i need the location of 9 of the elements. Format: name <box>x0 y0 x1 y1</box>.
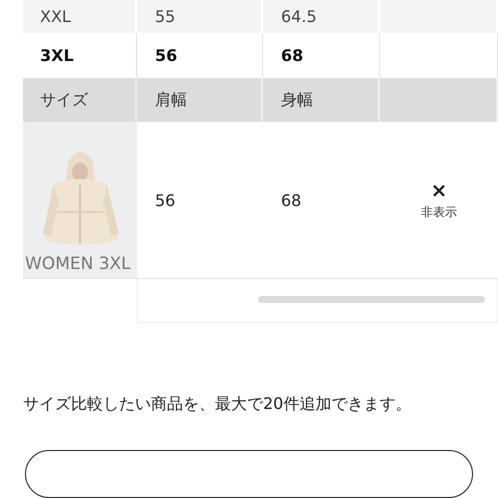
table-cell-text: 68 <box>280 190 302 212</box>
product-caption: WOMEN 3XL <box>25 254 131 274</box>
info-text: サイズ比較したい商品を、最大で20件追加できます。 <box>23 393 412 415</box>
table-cell-text: 56 <box>154 190 176 212</box>
scrollbar-thumb[interactable] <box>258 296 485 303</box>
column-header: 身幅 <box>263 78 380 122</box>
column-header: 肩幅 <box>137 78 263 122</box>
size-row[interactable]: XXL 55 64.5 <box>23 0 498 33</box>
outline-button[interactable] <box>25 450 473 498</box>
